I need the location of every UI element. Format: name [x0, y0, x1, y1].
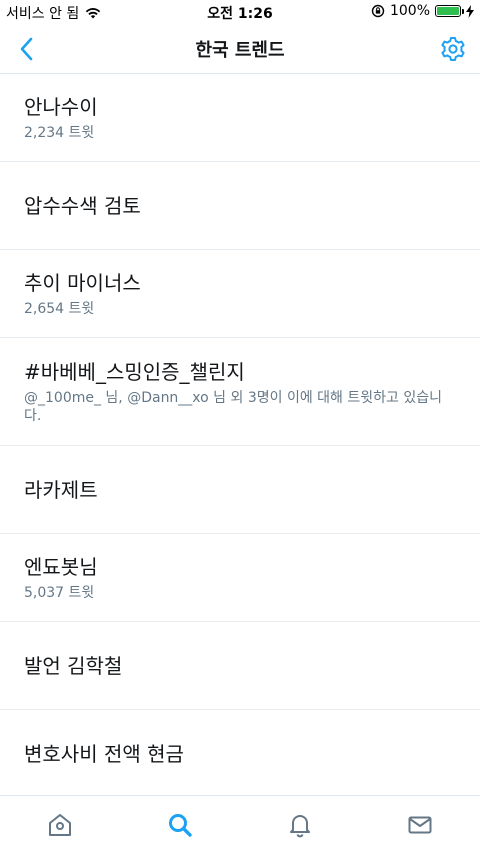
- trend-item[interactable]: 안나수이 2,234 트윗: [0, 74, 480, 162]
- tab-search[interactable]: [150, 805, 210, 845]
- trend-title: 추이 마이너스: [24, 270, 141, 295]
- status-bar: 서비스 안 됨 오전 1:26 100%: [0, 0, 480, 24]
- tab-bar: [0, 795, 480, 853]
- trend-item[interactable]: 압수수색 검토: [0, 162, 480, 250]
- trend-title: 변호사비 전액 현금: [24, 741, 184, 766]
- navigation-bar: 한국 트렌드: [0, 24, 480, 74]
- trend-title: 엔됴봇님: [24, 554, 98, 579]
- trend-title: 발언 김학철: [24, 653, 123, 678]
- trend-context: @_100me_ 님, @Dann__xo 님 외 3명이 이에 대해 트윗하고…: [24, 389, 442, 424]
- home-icon: [49, 813, 71, 836]
- trend-item[interactable]: 엔됴봇님 5,037 트윗: [0, 534, 480, 622]
- rotation-lock-icon: [371, 4, 385, 18]
- tab-home[interactable]: [30, 805, 90, 845]
- trend-tweet-count: 2,234 트윗: [24, 124, 95, 141]
- settings-button[interactable]: [438, 34, 468, 64]
- status-right: 100%: [371, 3, 474, 19]
- tab-messages[interactable]: [390, 805, 450, 845]
- trend-tweet-count: 2,654 트윗: [24, 300, 95, 317]
- charging-bolt-icon: [466, 4, 474, 18]
- trend-item[interactable]: 발언 김학철: [0, 622, 480, 710]
- bell-icon: [290, 814, 310, 837]
- envelope-icon: [408, 816, 432, 833]
- trend-title: 안나수이: [24, 94, 98, 119]
- trend-title: #바베베_스밍인증_챌린지: [24, 359, 245, 384]
- gear-icon: [441, 37, 465, 61]
- trend-tweet-count: 5,037 트윗: [24, 584, 95, 601]
- page-title: 한국 트렌드: [195, 40, 285, 61]
- search-icon: [169, 813, 192, 837]
- trends-list: 안나수이 2,234 트윗 압수수색 검토 추이 마이너스 2,654 트윗 #…: [0, 74, 480, 798]
- trend-title: 라카제트: [24, 477, 98, 502]
- trend-item[interactable]: 라카제트: [0, 446, 480, 534]
- trend-item[interactable]: #바베베_스밍인증_챌린지 @_100me_ 님, @Dann__xo 님 외 …: [0, 338, 480, 446]
- trend-title: 압수수색 검토: [24, 193, 141, 218]
- battery-fill: [437, 7, 459, 15]
- trend-item[interactable]: 추이 마이너스 2,654 트윗: [0, 250, 480, 338]
- trend-item[interactable]: 변호사비 전액 현금: [0, 710, 480, 798]
- battery-percent: 100%: [389, 3, 430, 19]
- tab-notifications[interactable]: [270, 805, 330, 845]
- battery-icon: [435, 5, 464, 17]
